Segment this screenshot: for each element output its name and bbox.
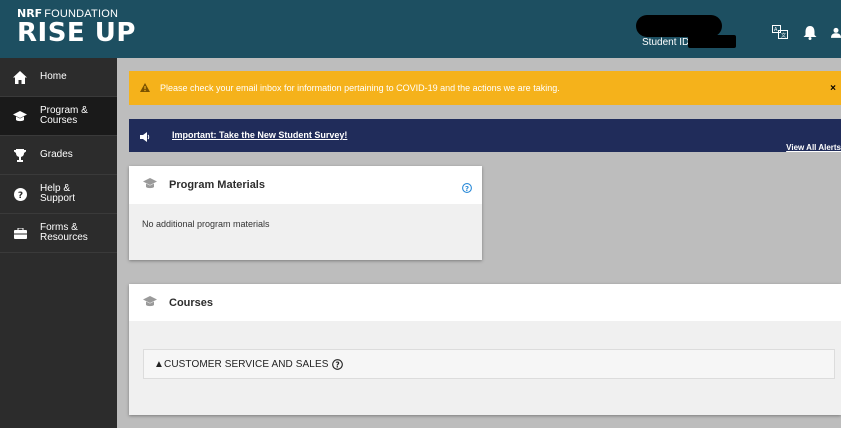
survey-link[interactable]: Important: Take the New Student Survey!: [172, 130, 347, 140]
home-icon: [0, 70, 40, 84]
redacted-name: [636, 15, 722, 37]
logo-main: RISE UP: [17, 18, 136, 48]
graduation-cap-icon: [0, 110, 40, 122]
sidebar-item-label: Forms & Resources: [40, 222, 88, 243]
sidebar-item-help-support[interactable]: ? Help & Support: [0, 175, 117, 214]
help-icon[interactable]: ?: [462, 180, 472, 198]
sidebar: Home Program & Courses Grades ? Help & S…: [0, 58, 117, 428]
courses-title: Courses: [169, 296, 214, 309]
courses-header: Courses: [129, 284, 841, 321]
sidebar-item-label: Program & Courses: [40, 105, 88, 126]
bell-icon[interactable]: [801, 23, 819, 41]
briefcase-icon: [0, 227, 40, 239]
close-alert-button[interactable]: ×: [830, 83, 836, 94]
courses-card: Courses ▲CUSTOMER SERVICE AND SALES ?: [129, 284, 841, 415]
rise-up-logo[interactable]: NRF FOUNDATION RISE UP: [17, 8, 136, 47]
program-materials-header: Program Materials ?: [129, 166, 482, 204]
covid-alert-message: Please check your email inbox for inform…: [160, 83, 560, 93]
sidebar-item-label: Grades: [40, 149, 73, 160]
graduation-cap-icon: [143, 294, 157, 312]
translate-icon[interactable]: A文: [771, 23, 789, 41]
course-name: ▲CUSTOMER SERVICE AND SALES: [154, 358, 329, 370]
covid-alert: Please check your email inbox for inform…: [129, 71, 841, 105]
svg-text:?: ?: [17, 191, 22, 201]
redacted-student-id: [688, 35, 736, 48]
sidebar-item-forms-resources[interactable]: Forms & Resources: [0, 214, 117, 253]
megaphone-icon: [140, 129, 150, 147]
header-icons: A文: [771, 23, 841, 41]
program-materials-title: Program Materials: [169, 179, 265, 191]
svg-text:?: ?: [465, 185, 469, 193]
user-icon[interactable]: [831, 23, 841, 41]
trophy-icon: [0, 148, 40, 162]
top-header: NRF FOUNDATION RISE UP Student ID: 55 A文: [0, 0, 841, 58]
svg-text:文: 文: [781, 32, 786, 39]
warning-icon: [140, 79, 150, 97]
graduation-cap-icon: [143, 176, 157, 194]
svg-text:?: ?: [335, 360, 339, 369]
view-all-alerts-link[interactable]: View All Alerts: [786, 143, 841, 152]
sidebar-item-label: Home: [40, 71, 67, 82]
sidebar-item-home[interactable]: Home: [0, 58, 117, 97]
sidebar-item-grades[interactable]: Grades: [0, 136, 117, 175]
svg-text:A: A: [774, 27, 778, 33]
program-materials-card: Program Materials ? No additional progra…: [129, 166, 482, 260]
program-materials-empty-text: No additional program materials: [142, 219, 270, 229]
course-item[interactable]: ▲CUSTOMER SERVICE AND SALES ?: [143, 349, 835, 379]
question-icon: ?: [0, 187, 40, 201]
sidebar-item-program-courses[interactable]: Program & Courses: [0, 97, 117, 136]
survey-alert: Important: Take the New Student Survey! …: [129, 119, 841, 152]
sidebar-item-label: Help & Support: [40, 183, 76, 204]
course-help-icon[interactable]: ?: [331, 358, 343, 370]
